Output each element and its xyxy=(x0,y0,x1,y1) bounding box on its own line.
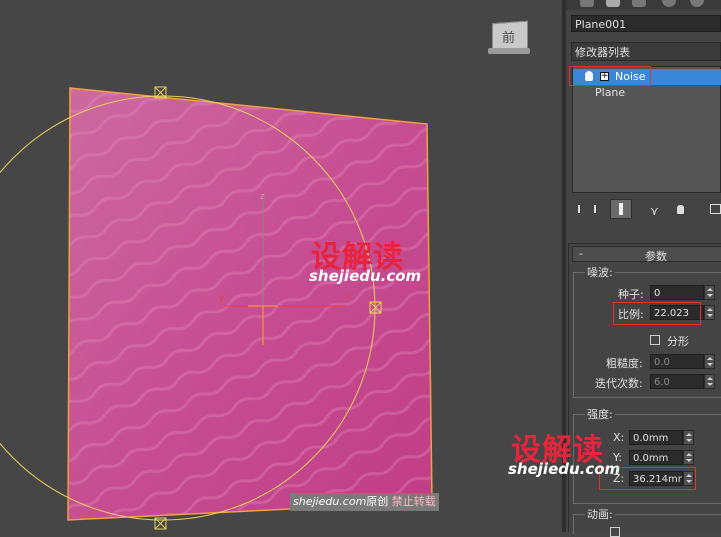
scene-canvas[interactable] xyxy=(0,0,562,532)
x-strength-label: X: xyxy=(613,431,625,444)
viewcube[interactable]: 前 xyxy=(488,20,530,54)
fractal-checkbox[interactable] xyxy=(650,335,660,345)
viewport-front[interactable]: z y x 前 设解读 shejiedu.com xyxy=(0,0,562,532)
collapse-toggle[interactable]: - xyxy=(579,247,583,260)
modify-tab-icon[interactable] xyxy=(606,0,620,7)
show-end-result-icon xyxy=(619,203,623,215)
iterations-input[interactable]: 6.0 xyxy=(650,374,704,389)
pin-stack-icon[interactable] xyxy=(578,205,596,213)
iterations-spinner[interactable] xyxy=(704,374,715,389)
watermark-site-2: shejiedu.com xyxy=(508,460,621,478)
viewcube-base xyxy=(488,48,530,54)
make-unique-icon[interactable]: ⋎ xyxy=(650,204,659,218)
iterations-label: 迭代次数: xyxy=(595,377,643,390)
create-tab-icon[interactable] xyxy=(580,0,594,7)
modifier-list-dropdown[interactable]: 修改器列表 xyxy=(571,42,721,61)
footer-watermark: shejiedu.com原创 禁止转载 xyxy=(290,493,439,511)
hierarchy-tab-icon[interactable] xyxy=(632,0,646,7)
strength-group-label: 强度: xyxy=(585,406,615,422)
x-strength-input[interactable]: 0.0mm xyxy=(629,430,683,445)
viewcube-label: 前 xyxy=(502,31,516,46)
roughness-input[interactable]: 0.0 xyxy=(650,354,704,369)
x-axis-label: x xyxy=(346,292,352,302)
y-strength-input[interactable]: 0.0mm xyxy=(629,450,683,465)
footer-forbid: 禁止转载 xyxy=(391,495,436,508)
fractal-label: 分形 xyxy=(667,335,689,348)
animate-noise-checkbox[interactable] xyxy=(610,527,620,537)
y-strength-spinner[interactable] xyxy=(683,450,694,465)
show-end-result-button[interactable] xyxy=(610,199,632,219)
footer-original: 原创 xyxy=(366,495,389,508)
display-tab-icon[interactable] xyxy=(690,0,704,7)
annotation-box-noise xyxy=(569,66,651,86)
rollout-title: 参数 xyxy=(645,250,667,263)
noise-group-label: 噪波: xyxy=(585,264,615,280)
rollout-header[interactable]: - 参数 xyxy=(572,246,721,263)
roughness-label: 粗糙度: xyxy=(606,357,643,370)
seed-spinner[interactable] xyxy=(704,285,715,300)
scale-spinner[interactable] xyxy=(704,305,715,320)
object-name-field[interactable]: Plane001 xyxy=(571,15,721,32)
animation-group-label: 动画: xyxy=(585,506,615,522)
footer-site: shejiedu.com xyxy=(293,495,367,508)
y-axis-label: y xyxy=(219,294,225,304)
annotation-box-scale xyxy=(613,302,701,325)
stack-toolbar: ⋎ xyxy=(576,199,721,219)
remove-modifier-icon[interactable] xyxy=(677,205,684,214)
seed-label: 种子: xyxy=(618,288,644,301)
seed-input[interactable]: 0 xyxy=(650,285,704,300)
motion-tab-icon[interactable] xyxy=(662,0,676,7)
roughness-spinner[interactable] xyxy=(704,354,715,369)
watermark-site: shejiedu.com xyxy=(309,267,422,285)
stack-item-plane[interactable]: Plane xyxy=(595,86,625,99)
x-strength-spinner[interactable] xyxy=(683,430,694,445)
configure-sets-icon[interactable] xyxy=(710,204,721,214)
panel-tabs xyxy=(566,0,721,10)
z-axis-label: z xyxy=(260,192,265,202)
